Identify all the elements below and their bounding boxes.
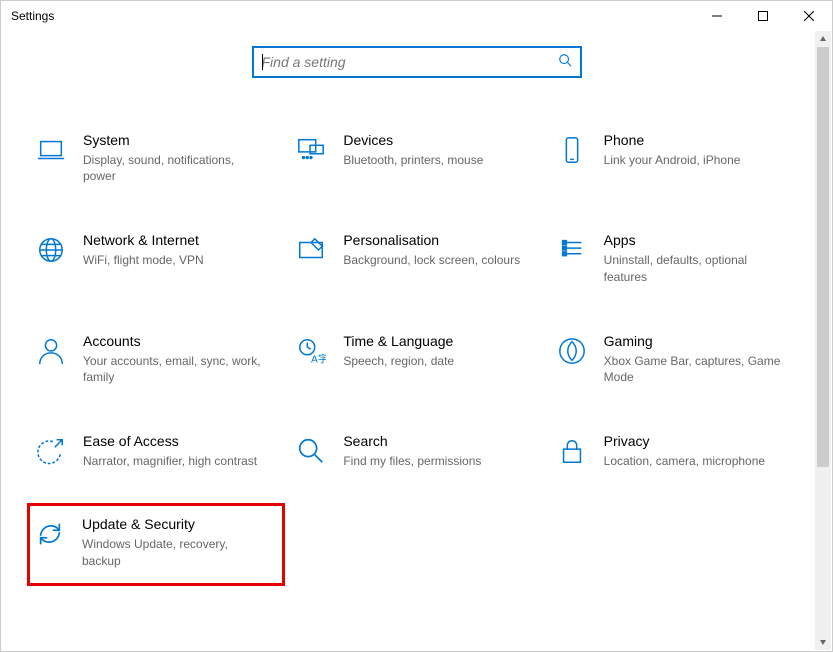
- window-controls: [694, 1, 832, 31]
- devices-icon: [295, 134, 327, 166]
- category-title: Update & Security: [82, 516, 268, 532]
- category-desc: Xbox Game Bar, captures, Game Mode: [604, 353, 788, 385]
- category-desc: Uninstall, defaults, optional features: [604, 252, 788, 284]
- scroll-up-button[interactable]: [815, 31, 831, 47]
- category-title: Search: [343, 433, 527, 449]
- category-desc: Bluetooth, printers, mouse: [343, 152, 527, 168]
- update-icon: [34, 518, 66, 550]
- search-category-icon: [295, 435, 327, 467]
- person-icon: [35, 335, 67, 367]
- category-title: Ease of Access: [83, 433, 267, 449]
- category-title: Personalisation: [343, 232, 527, 248]
- categories-grid: System Display, sound, notifications, po…: [31, 128, 802, 572]
- category-desc: Your accounts, email, sync, work, family: [83, 353, 267, 385]
- category-title: System: [83, 132, 267, 148]
- category-search[interactable]: Search Find my files, permissions: [291, 429, 541, 473]
- minimize-icon: [712, 11, 722, 21]
- category-privacy[interactable]: Privacy Location, camera, microphone: [552, 429, 802, 473]
- category-title: Devices: [343, 132, 527, 148]
- maximize-button[interactable]: [740, 1, 786, 31]
- category-devices[interactable]: Devices Bluetooth, printers, mouse: [291, 128, 541, 188]
- scrollbar-thumb[interactable]: [817, 47, 829, 467]
- window-title: Settings: [11, 9, 54, 23]
- category-accounts[interactable]: Accounts Your accounts, email, sync, wor…: [31, 329, 281, 389]
- category-desc: Location, camera, microphone: [604, 453, 788, 469]
- category-desc: Narrator, magnifier, high contrast: [83, 453, 267, 469]
- close-button[interactable]: [786, 1, 832, 31]
- category-apps[interactable]: Apps Uninstall, defaults, optional featu…: [552, 228, 802, 288]
- text-cursor: [262, 54, 263, 70]
- titlebar: Settings: [1, 1, 832, 31]
- gaming-icon: [556, 335, 588, 367]
- content-area: System Display, sound, notifications, po…: [1, 31, 832, 651]
- globe-icon: [35, 234, 67, 266]
- category-desc: Find my files, permissions: [343, 453, 527, 469]
- category-desc: Speech, region, date: [343, 353, 527, 369]
- close-icon: [804, 11, 814, 21]
- category-title: Time & Language: [343, 333, 527, 349]
- lock-icon: [556, 435, 588, 467]
- category-network[interactable]: Network & Internet WiFi, flight mode, VP…: [31, 228, 281, 288]
- category-title: Apps: [604, 232, 788, 248]
- search-icon[interactable]: [558, 53, 572, 72]
- apps-icon: [556, 234, 588, 266]
- personalisation-icon: [295, 234, 327, 266]
- category-desc: Background, lock screen, colours: [343, 252, 527, 268]
- category-personalisation[interactable]: Personalisation Background, lock screen,…: [291, 228, 541, 288]
- search-input[interactable]: [262, 54, 558, 70]
- laptop-icon: [35, 134, 67, 166]
- category-desc: Display, sound, notifications, power: [83, 152, 267, 184]
- maximize-icon: [758, 11, 768, 21]
- category-title: Accounts: [83, 333, 267, 349]
- time-language-icon: A字: [295, 335, 327, 367]
- search-container: [31, 46, 802, 78]
- category-desc: WiFi, flight mode, VPN: [83, 252, 267, 268]
- category-title: Gaming: [604, 333, 788, 349]
- category-time-language[interactable]: A字 Time & Language Speech, region, date: [291, 329, 541, 389]
- category-title: Network & Internet: [83, 232, 267, 248]
- category-update-security[interactable]: Update & Security Windows Update, recove…: [27, 503, 285, 585]
- category-gaming[interactable]: Gaming Xbox Game Bar, captures, Game Mod…: [552, 329, 802, 389]
- ease-of-access-icon: [35, 435, 67, 467]
- category-ease-of-access[interactable]: Ease of Access Narrator, magnifier, high…: [31, 429, 281, 473]
- category-system[interactable]: System Display, sound, notifications, po…: [31, 128, 281, 188]
- category-desc: Link your Android, iPhone: [604, 152, 788, 168]
- scroll-down-button[interactable]: [815, 634, 831, 650]
- phone-icon: [556, 134, 588, 166]
- svg-text:A字: A字: [311, 352, 326, 365]
- category-title: Phone: [604, 132, 788, 148]
- search-box[interactable]: [252, 46, 582, 78]
- category-phone[interactable]: Phone Link your Android, iPhone: [552, 128, 802, 188]
- category-title: Privacy: [604, 433, 788, 449]
- scrollbar[interactable]: [815, 31, 831, 650]
- category-desc: Windows Update, recovery, backup: [82, 536, 268, 568]
- minimize-button[interactable]: [694, 1, 740, 31]
